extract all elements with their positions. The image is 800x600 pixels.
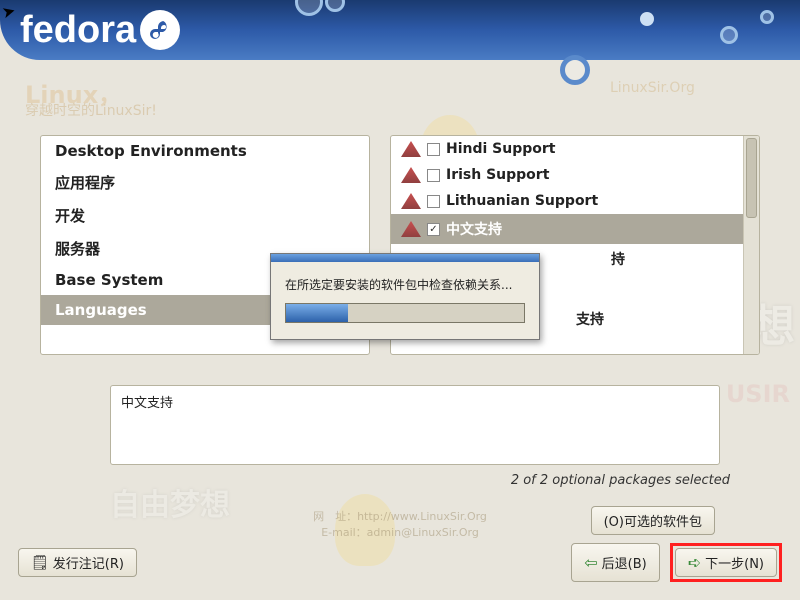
package-row-irish[interactable]: Irish Support (391, 162, 759, 188)
package-label: Hindi Support (446, 141, 555, 157)
release-notes-label: 发行注记(R) (53, 553, 124, 572)
next-label: 下一步(N) (705, 553, 764, 572)
note-icon (31, 555, 49, 571)
package-label: 中文支持 (446, 219, 502, 239)
fedora-f-icon (140, 10, 180, 50)
package-scrollbar[interactable] (743, 136, 759, 354)
dialog-titlebar[interactable] (271, 254, 539, 262)
optional-packages-label: (O)可选的软件包 (604, 511, 702, 530)
progress-bar-fill (286, 304, 348, 322)
package-checkbox[interactable] (427, 169, 440, 182)
back-button[interactable]: 后退(B) (571, 543, 659, 582)
category-desktop-environments[interactable]: Desktop Environments (41, 136, 369, 166)
selection-status: 2 of 2 optional packages selected (40, 473, 730, 488)
package-label: 支持 (576, 309, 604, 329)
scrollbar-thumb[interactable] (746, 138, 757, 218)
category-development[interactable]: 开发 (41, 199, 369, 232)
description-text: 中文支持 (121, 396, 173, 411)
category-applications[interactable]: 应用程序 (41, 166, 369, 199)
package-row-chinese[interactable]: ✓ 中文支持 (391, 214, 759, 244)
package-label: Lithuanian Support (446, 193, 598, 209)
fedora-wordmark: fedora (20, 9, 136, 52)
progress-bar (285, 303, 525, 323)
watermark-hello: Linux， (25, 75, 122, 110)
optional-packages-button[interactable]: (O)可选的软件包 (591, 506, 715, 535)
package-checkbox[interactable] (427, 143, 440, 156)
package-checkbox[interactable] (427, 195, 440, 208)
arrow-left-icon (584, 553, 597, 572)
next-button-highlight: 下一步(N) (670, 543, 782, 582)
arrow-right-icon (688, 553, 701, 572)
dependency-check-dialog: 在所选定要安装的软件包中检查依赖关系... (270, 253, 540, 340)
fedora-logo: fedora (20, 9, 180, 52)
back-label: 后退(B) (602, 553, 647, 572)
release-notes-button[interactable]: 发行注记(R) (18, 548, 137, 577)
header-banner: fedora (0, 0, 800, 60)
package-group-icon (401, 167, 421, 183)
package-group-icon (401, 193, 421, 209)
credits: 网 址：http://www.LinuxSir.Org E-mail：admin… (313, 508, 487, 540)
watermark-tag: 穿越时空的LinuxSir! (25, 100, 157, 120)
description-box: 中文支持 (110, 385, 720, 465)
package-group-icon (401, 141, 421, 157)
package-checkbox[interactable]: ✓ (427, 223, 440, 236)
next-button[interactable]: 下一步(N) (675, 548, 777, 577)
dialog-message: 在所选定要安装的软件包中检查依赖关系... (285, 276, 525, 293)
package-row-hindi[interactable]: Hindi Support (391, 136, 759, 162)
package-label: 持 (611, 249, 625, 269)
package-row-lithuanian[interactable]: Lithuanian Support (391, 188, 759, 214)
package-group-icon (401, 221, 421, 237)
watermark-site2: LinuxSir.Org (610, 80, 695, 96)
package-label: Irish Support (446, 167, 549, 183)
